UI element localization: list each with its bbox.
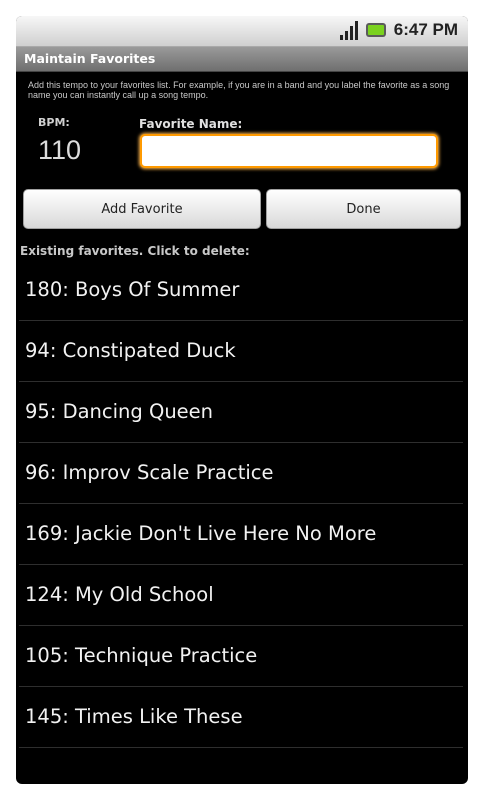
list-item-label: 96: Improv Scale Practice (25, 461, 274, 484)
list-item[interactable]: 180: Boys Of Summer (19, 260, 463, 321)
bpm-value: 110 (38, 135, 82, 165)
list-item-label: 169: Jackie Don't Live Here No More (25, 522, 377, 545)
favorite-name-input[interactable] (140, 134, 438, 168)
favorite-name-label: Favorite Name: (139, 117, 243, 131)
description-text: Add this tempo to your favorites list. F… (28, 80, 450, 100)
status-bar: 6:47 PM (16, 16, 468, 47)
device-screen: 6:47 PM Maintain Favorites Add this temp… (16, 16, 468, 784)
list-item-label: 124: My Old School (25, 583, 214, 606)
list-item-label: 145: Times Like These (25, 705, 243, 728)
page-title: Maintain Favorites (24, 51, 156, 66)
list-item[interactable]: 145: Times Like These (19, 687, 463, 748)
bpm-label: BPM: (38, 116, 70, 129)
list-item[interactable]: 169: Jackie Don't Live Here No More (19, 504, 463, 565)
list-item[interactable]: 94: Constipated Duck (19, 321, 463, 382)
list-item[interactable]: 124: My Old School (19, 565, 463, 626)
battery-icon (365, 23, 386, 37)
list-item-label: 180: Boys Of Summer (25, 278, 240, 301)
list-item[interactable]: 95: Dancing Queen (19, 382, 463, 443)
list-item[interactable]: 96: Improv Scale Practice (19, 443, 463, 504)
add-favorite-button[interactable]: Add Favorite (23, 189, 261, 229)
favorites-list: 180: Boys Of Summer 94: Constipated Duck… (19, 260, 463, 748)
favorites-header: Existing favorites. Click to delete: (20, 244, 250, 258)
list-item-label: 105: Technique Practice (25, 644, 258, 667)
title-bar: Maintain Favorites (16, 47, 468, 72)
clock: 6:47 PM (393, 20, 458, 39)
list-item-label: 95: Dancing Queen (25, 400, 214, 423)
list-item-label: 94: Constipated Duck (25, 339, 236, 362)
list-item[interactable]: 105: Technique Practice (19, 626, 463, 687)
status-icons: 6:47 PM (339, 20, 458, 40)
signal-icon (339, 20, 360, 40)
done-button[interactable]: Done (266, 189, 461, 229)
